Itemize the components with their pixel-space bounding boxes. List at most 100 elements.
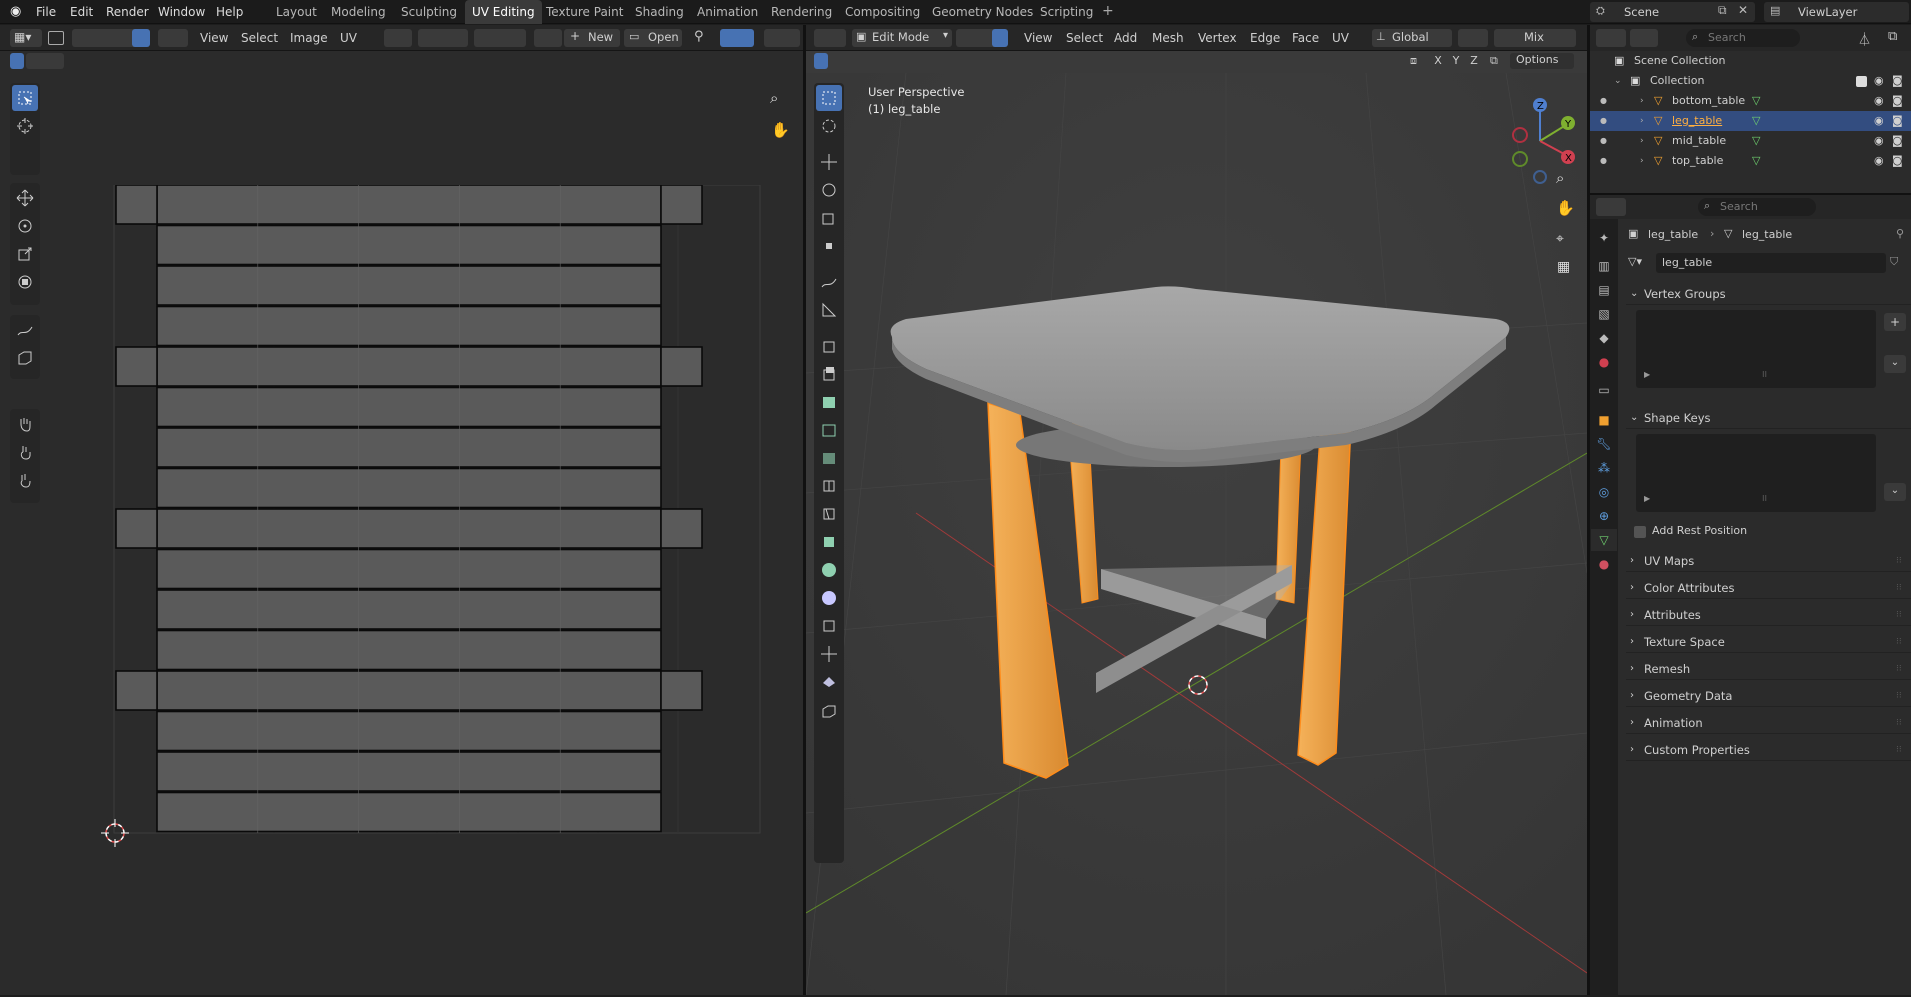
mirror-y-toggle[interactable]: Y (1448, 53, 1464, 69)
tab-layout[interactable]: Layout (269, 0, 324, 24)
object-tab-icon[interactable]: ■ (1591, 409, 1617, 431)
drag-handle-icon[interactable]: ⁝⁝ (1896, 712, 1902, 734)
drag-handle-icon[interactable]: ⁝⁝ (1896, 631, 1902, 653)
uv-menu-view[interactable]: View (196, 29, 232, 47)
uv-face-main[interactable] (156, 670, 662, 711)
pin-icon[interactable]: ⚲ (694, 29, 704, 44)
uv-menu-image[interactable]: Image (286, 29, 332, 47)
particles-tab-icon[interactable]: ⁂ (1591, 457, 1617, 479)
bevel-tool[interactable] (816, 417, 842, 443)
collection-checkbox[interactable] (1856, 76, 1867, 87)
shape-keys-panel[interactable]: ⌄ Shape Keys (1626, 407, 1911, 429)
collection-tab-icon[interactable]: ▭ (1591, 379, 1617, 401)
uv-face-side-left[interactable] (115, 670, 158, 711)
tab-geometry-nodes[interactable]: Geometry Nodes (925, 0, 1040, 24)
vertex-groups-panel[interactable]: ⌄ Vertex Groups (1626, 283, 1911, 305)
navigation-gizmo[interactable]: Z Y X (1500, 89, 1580, 189)
smooth-tool[interactable] (816, 557, 842, 583)
outliner-item[interactable]: ● › ▽ top_table ▽ ◉ ◙ (1590, 151, 1911, 171)
vg-specials-button[interactable]: ⌄ (1884, 355, 1906, 373)
tab-sculpting[interactable]: Sculpting (394, 0, 464, 24)
uv-face-main[interactable] (156, 427, 662, 468)
snapping-button[interactable] (418, 29, 468, 47)
measure-tool[interactable] (816, 297, 842, 323)
scene-selector[interactable]: ⛭ Scene ⧉ ✕ (1590, 2, 1755, 22)
vp-annotate-tool[interactable] (816, 269, 842, 295)
render-camera-icon[interactable]: ◙ (1892, 91, 1903, 111)
select-extend-mode[interactable] (26, 53, 64, 69)
uv-face-main[interactable] (156, 224, 662, 266)
inset-tool[interactable] (816, 389, 842, 415)
open-image-button[interactable]: ▭ Open (624, 29, 682, 47)
uv-face-side-left[interactable] (115, 346, 158, 387)
editor-type-button[interactable]: ▦▾ (10, 29, 42, 47)
drag-handle-icon[interactable]: ⁝⁝ (1896, 685, 1902, 707)
viewport-menu-vertex[interactable]: Vertex (1194, 29, 1241, 47)
snap-button[interactable]: Mix (1494, 29, 1576, 47)
render-camera-icon[interactable]: ◙ (1892, 111, 1903, 131)
outliner-display-mode[interactable] (1630, 29, 1658, 47)
mirror-x-toggle[interactable]: X (1430, 53, 1446, 69)
outliner-item[interactable]: ● › ▽ bottom_table ▽ ◉ ◙ (1590, 91, 1911, 111)
physics-tab-icon[interactable]: ◎ (1591, 481, 1617, 503)
drag-handle-icon[interactable]: ⁝⁝ (1896, 658, 1902, 680)
properties-search[interactable]: ⌕ Search (1698, 198, 1816, 216)
item-expand-icon[interactable]: › (1640, 91, 1644, 111)
loop-cut-tool[interactable] (816, 445, 842, 471)
uv-menu-select[interactable]: Select (237, 29, 282, 47)
mesh-name-input[interactable]: leg_table (1656, 253, 1886, 273)
pivot-button[interactable] (384, 29, 412, 47)
visibility-eye-icon[interactable]: ◉ (1874, 91, 1884, 111)
menu-edit[interactable]: Edit (70, 0, 93, 24)
new-collection-icon[interactable]: ⧉ (1888, 29, 1897, 44)
uv-face-main[interactable] (156, 265, 662, 306)
breadcrumb-data[interactable]: leg_table (1742, 228, 1792, 241)
drag-handle-icon[interactable]: ⁝⁝ (1896, 550, 1902, 572)
uv-sync-icon[interactable] (48, 31, 64, 45)
transform-orientation-selector[interactable]: ⊥ Global (1372, 29, 1452, 47)
proportional-edit-button[interactable] (474, 29, 526, 47)
vp-cursor-tool[interactable] (816, 113, 842, 139)
vp-zoom-icon[interactable]: ⌕ (1556, 169, 1564, 187)
outliner-scene-collection[interactable]: ▣ Scene Collection (1590, 51, 1911, 71)
viewport-menu-uv[interactable]: UV (1328, 29, 1353, 47)
scene-tab-icon[interactable]: ◆ (1591, 327, 1617, 349)
visibility-eye-icon[interactable]: ◉ (1874, 131, 1884, 151)
shear-tool[interactable] (816, 613, 842, 639)
auto-merge-icon[interactable]: ⧉ (1490, 54, 1498, 68)
sk-expand-icon[interactable]: ▶ (1644, 494, 1650, 503)
vp-select-new-mode[interactable] (814, 53, 828, 69)
sk-specials-button[interactable]: ⌄ (1884, 483, 1906, 501)
uv-face-main[interactable] (156, 589, 662, 630)
output-tab-icon[interactable]: ▤ (1591, 279, 1617, 301)
uv-face-main[interactable] (156, 305, 662, 347)
sk-resize-handle[interactable]: ⁝⁝ (1762, 494, 1767, 503)
mode-selector[interactable]: ▣ Edit Mode ▾ (852, 29, 952, 47)
tab-compositing[interactable]: Compositing (838, 0, 927, 24)
vp-pan-icon[interactable]: ✋ (1556, 199, 1575, 217)
uv-face-main[interactable] (156, 629, 662, 671)
menu-file[interactable]: File (36, 0, 56, 24)
new-image-button[interactable]: + New (564, 29, 620, 47)
extrude-tool[interactable] (816, 361, 842, 387)
uv-face-main[interactable] (156, 185, 662, 225)
drag-handle-icon[interactable]: ⁝⁝ (1896, 577, 1902, 599)
shrink-fatten-tool[interactable] (816, 585, 842, 611)
menu-render[interactable]: Render (106, 0, 149, 24)
viewport-menu-face[interactable]: Face (1288, 29, 1323, 47)
uv-islands[interactable] (115, 185, 703, 833)
visibility-eye-icon[interactable]: ◉ (1874, 151, 1884, 171)
uv-face-main[interactable] (156, 346, 662, 387)
uv-face-side-right[interactable] (660, 508, 703, 549)
uv-face-main[interactable] (156, 467, 662, 509)
uv-select-box-tool[interactable] (12, 85, 38, 111)
knife-tool[interactable] (816, 473, 842, 499)
uv-canvas[interactable] (0, 185, 803, 885)
drag-handle-icon[interactable]: ⁝⁝ (1896, 604, 1902, 626)
vertex-groups-list[interactable]: ▶ ⁝⁝ (1636, 310, 1876, 388)
tab-shading[interactable]: Shading (628, 0, 691, 24)
camera-view-icon[interactable]: ⌖ (1556, 231, 1564, 247)
mirror-z-toggle[interactable]: Z (1466, 53, 1482, 69)
outliner-collection[interactable]: ⌄ ▣ Collection ◉ ◙ (1590, 71, 1911, 91)
sticky-select-button[interactable] (158, 29, 188, 47)
